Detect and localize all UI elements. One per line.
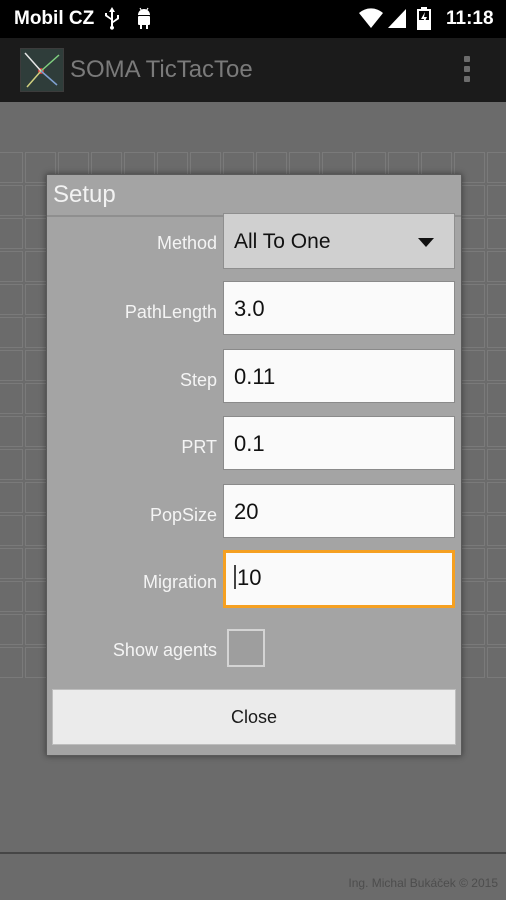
migration-field[interactable]: 10: [223, 550, 455, 608]
footer-divider: [0, 852, 506, 854]
board-cell: [487, 251, 506, 282]
pathlength-value: 3.0: [234, 296, 265, 321]
board-cell: [487, 482, 506, 513]
step-value: 0.11: [234, 364, 276, 389]
board-cell: [0, 614, 23, 645]
step-field[interactable]: 0.11: [223, 349, 455, 403]
board-cell: [0, 185, 23, 216]
dialog-title: Setup: [53, 181, 116, 208]
battery-icon: [416, 6, 432, 36]
pathlength-label: PathLength: [124, 302, 217, 322]
board-cell: [487, 647, 506, 678]
board-cell: [0, 482, 23, 513]
footer-credit: Ing. Michal Bukáček © 2015: [348, 876, 498, 890]
show-agents-label: Show agents: [112, 640, 217, 660]
board-cell: [487, 515, 506, 546]
prt-field[interactable]: 0.1: [223, 416, 455, 470]
migration-value: 10: [237, 565, 262, 590]
setup-dialog: Setup Method All To One PathLength 3.0 S…: [46, 174, 462, 756]
text-cursor: [234, 565, 236, 589]
action-bar: SOMA TicTacToe: [0, 38, 506, 102]
migration-label: Migration: [142, 572, 217, 592]
step-label: Step: [179, 370, 217, 390]
board-cell: [487, 383, 506, 414]
pathlength-field[interactable]: 3.0: [223, 281, 455, 335]
app-title: SOMA TicTacToe: [70, 56, 253, 83]
close-button[interactable]: Close: [52, 689, 456, 745]
android-debug-icon: [134, 6, 154, 36]
board-cell: [487, 449, 506, 480]
board-cell: [487, 218, 506, 249]
board-cell: [0, 152, 23, 183]
popsize-value: 20: [234, 499, 259, 524]
signal-icon: [386, 6, 408, 36]
board-cell: [487, 548, 506, 579]
prt-value: 0.1: [234, 431, 265, 456]
board-cell: [0, 581, 23, 612]
dropdown-arrow-icon: [418, 238, 434, 247]
overflow-menu-icon[interactable]: [458, 52, 476, 88]
board-cell: [487, 350, 506, 381]
board-cell: [487, 284, 506, 315]
carrier-name: Mobil CZ: [14, 8, 95, 29]
popsize-label: PopSize: [149, 505, 217, 525]
board-cell: [0, 218, 23, 249]
board-cell: [487, 185, 506, 216]
board-cell: [487, 416, 506, 447]
board-cell: [0, 317, 23, 348]
board-cell: [0, 251, 23, 282]
board-cell: [0, 449, 23, 480]
popsize-field[interactable]: 20: [223, 484, 455, 538]
show-agents-checkbox[interactable]: [227, 629, 265, 667]
board-cell: [0, 350, 23, 381]
board-cell: [487, 152, 506, 183]
board-cell: [0, 647, 23, 678]
status-bar: Mobil CZ 11:18: [0, 0, 506, 38]
clock: 11:18: [446, 8, 494, 29]
board-cell: [0, 383, 23, 414]
method-value: All To One: [234, 230, 331, 253]
board-cell: [487, 614, 506, 645]
method-label: Method: [156, 233, 217, 253]
app-logo-icon: [20, 48, 64, 92]
prt-label: PRT: [181, 437, 217, 457]
board-cell: [0, 284, 23, 315]
method-dropdown[interactable]: All To One: [223, 213, 455, 269]
board-cell: [0, 515, 23, 546]
wifi-icon: [358, 6, 384, 36]
board-cell: [0, 548, 23, 579]
board-cell: [0, 416, 23, 447]
board-cell: [487, 317, 506, 348]
board-cell: [487, 581, 506, 612]
usb-icon: [102, 6, 122, 36]
